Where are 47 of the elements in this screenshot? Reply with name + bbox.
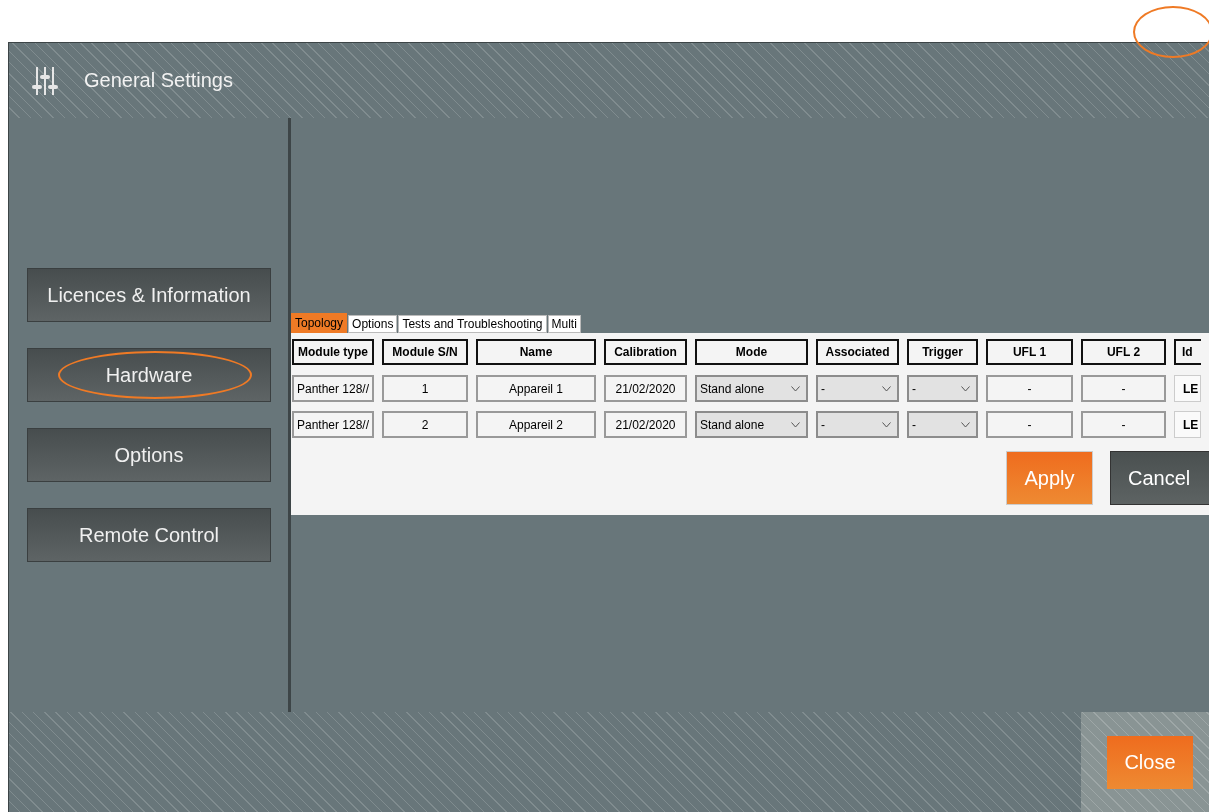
window-title: General Settings — [84, 69, 233, 92]
text-field[interactable]: 2 — [382, 411, 468, 438]
led-button[interactable]: LE — [1174, 375, 1201, 402]
text-field[interactable]: Panther 128// — [292, 411, 374, 438]
sidebar-button[interactable]: Licences & Information — [27, 268, 271, 322]
dropdown[interactable]: - — [816, 411, 899, 438]
led-button[interactable]: LE — [1174, 411, 1201, 438]
column-header: Trigger — [907, 339, 978, 365]
tab[interactable]: Topology — [291, 313, 348, 333]
sidebar-button[interactable]: Remote Control — [27, 508, 271, 562]
tab[interactable]: Options — [348, 315, 398, 333]
text-field[interactable]: Appareil 1 — [476, 375, 596, 402]
dropdown[interactable]: - — [816, 375, 899, 402]
text-field[interactable]: 1 — [382, 375, 468, 402]
tab[interactable]: Multi — [547, 315, 581, 333]
column-header: Module type — [292, 339, 374, 365]
column-header: Module S/N — [382, 339, 468, 365]
column-header: Calibration — [604, 339, 687, 365]
chevron-icon — [961, 385, 970, 392]
sidebar-button[interactable]: Options — [27, 428, 271, 482]
text-field[interactable]: - — [986, 411, 1073, 438]
text-field[interactable]: - — [986, 375, 1073, 402]
chevron-icon — [961, 421, 970, 428]
text-field[interactable]: Panther 128// — [292, 375, 374, 402]
chevron-icon — [791, 421, 800, 428]
column-header: UFL 2 — [1081, 339, 1166, 365]
text-field[interactable]: 21/02/2020 — [604, 375, 687, 402]
column-header: Associated — [816, 339, 899, 365]
dropdown[interactable]: - — [907, 375, 978, 402]
column-header: UFL 1 — [986, 339, 1073, 365]
column-header: Name — [476, 339, 596, 365]
dropdown[interactable]: Stand alone — [695, 375, 808, 402]
text-field[interactable]: - — [1081, 411, 1166, 438]
sliders-icon — [30, 65, 60, 96]
sidebar-button[interactable]: Hardware — [27, 348, 271, 402]
column-header: Id — [1174, 339, 1201, 365]
chevron-icon — [882, 385, 891, 392]
text-field[interactable]: 21/02/2020 — [604, 411, 687, 438]
dropdown[interactable]: Stand alone — [695, 411, 808, 438]
chevron-icon — [791, 385, 800, 392]
dropdown[interactable]: - — [907, 411, 978, 438]
chevron-icon — [882, 421, 891, 428]
tab[interactable]: Tests and Troubleshooting — [398, 315, 547, 333]
column-header: Mode — [695, 339, 808, 365]
cancel-button[interactable]: Cancel — [1110, 451, 1209, 505]
text-field[interactable]: Appareil 2 — [476, 411, 596, 438]
text-field[interactable]: - — [1081, 375, 1166, 402]
